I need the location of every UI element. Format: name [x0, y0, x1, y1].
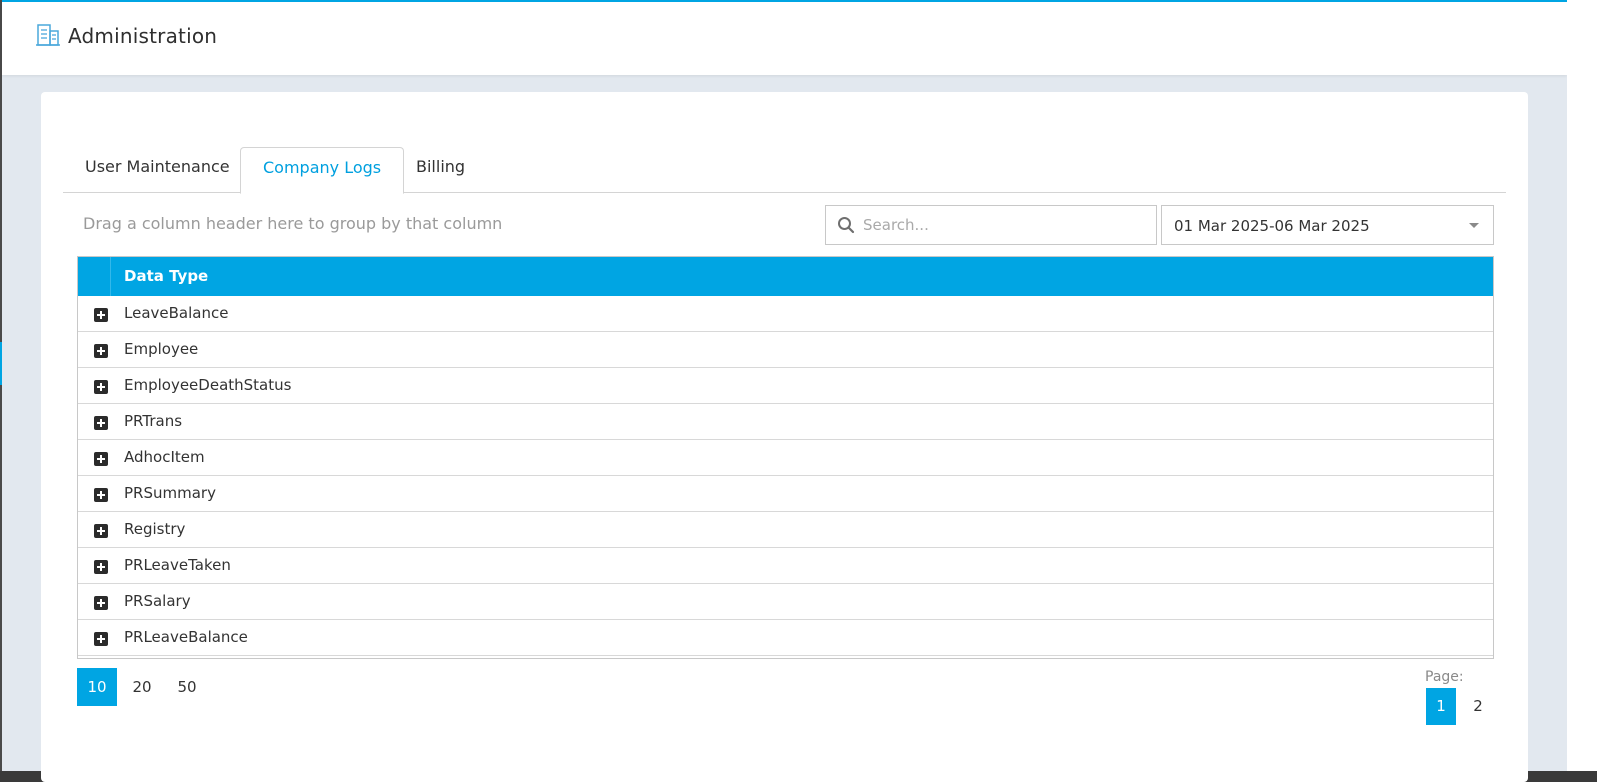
data-type-cell: Employee [124, 340, 199, 358]
group-by-hint[interactable]: Drag a column header here to group by th… [83, 214, 502, 233]
right-margin [1567, 0, 1597, 771]
page-2-button[interactable]: 2 [1463, 688, 1493, 725]
search-icon [838, 217, 855, 234]
tab-bar: User Maintenance Company Logs Billing [63, 147, 1506, 194]
expand-plus-icon[interactable] [94, 308, 108, 322]
page-title: Administration [68, 24, 218, 48]
data-type-cell: PRLeaveBalance [124, 628, 248, 646]
grid-header: Data Type [78, 257, 1493, 296]
app-window: Administration User Maintenance Company … [0, 0, 1597, 782]
expand-plus-icon[interactable] [94, 416, 108, 430]
expand-plus-icon[interactable] [94, 452, 108, 466]
data-type-cell: AdhocItem [124, 448, 205, 466]
tab-company-logs[interactable]: Company Logs [240, 147, 405, 194]
expand-plus-icon[interactable] [94, 380, 108, 394]
expand-column-header [78, 257, 111, 296]
expand-plus-icon[interactable] [94, 560, 108, 574]
column-header-data-type[interactable]: Data Type [124, 267, 208, 285]
expand-plus-icon[interactable] [94, 596, 108, 610]
main-frame: Administration User Maintenance Company … [2, 0, 1567, 782]
page-header: Administration [2, 0, 1567, 75]
expand-plus-icon[interactable] [94, 632, 108, 646]
table-row: PRSalary [78, 584, 1493, 620]
data-type-cell: PRSalary [124, 592, 191, 610]
page-1-button[interactable]: 1 [1426, 688, 1456, 725]
page-size-10-button[interactable]: 10 [77, 668, 117, 706]
table-row: PRLeaveBalance [78, 620, 1493, 656]
data-type-cell: EmployeeDeathStatus [124, 376, 292, 394]
table-row: PRSummary [78, 476, 1493, 512]
company-logs-grid: Data Type LeaveBalance Employee Employee… [77, 256, 1494, 659]
tab-billing[interactable]: Billing [394, 147, 487, 193]
table-row: LeaveBalance [78, 296, 1493, 332]
page-label: Page: [1425, 669, 1464, 685]
search-box[interactable] [825, 205, 1157, 245]
date-range-value: 01 Mar 2025-06 Mar 2025 [1174, 217, 1370, 235]
chevron-down-icon [1469, 223, 1479, 228]
content-card: User Maintenance Company Logs Billing Dr… [41, 92, 1528, 782]
page-size-50-button[interactable]: 50 [167, 668, 207, 706]
grid-body: LeaveBalance Employee EmployeeDeathStatu… [78, 296, 1493, 656]
data-type-cell: PRLeaveTaken [124, 556, 231, 574]
table-row: Registry [78, 512, 1493, 548]
data-type-cell: PRSummary [124, 484, 216, 502]
table-row: Employee [78, 332, 1493, 368]
expand-plus-icon[interactable] [94, 524, 108, 538]
expand-plus-icon[interactable] [94, 344, 108, 358]
table-row: PRLeaveTaken [78, 548, 1493, 584]
data-type-cell: LeaveBalance [124, 304, 229, 322]
expand-plus-icon[interactable] [94, 488, 108, 502]
tab-user-maintenance[interactable]: User Maintenance [63, 147, 252, 193]
table-row: EmployeeDeathStatus [78, 368, 1493, 404]
table-row: AdhocItem [78, 440, 1493, 476]
page-size-20-button[interactable]: 20 [122, 668, 162, 706]
search-input[interactable] [863, 206, 1153, 244]
data-type-cell: Registry [124, 520, 186, 538]
data-type-cell: PRTrans [124, 412, 183, 430]
date-range-picker[interactable]: 01 Mar 2025-06 Mar 2025 [1161, 205, 1494, 245]
table-row: PRTrans [78, 404, 1493, 440]
building-icon [36, 24, 60, 46]
